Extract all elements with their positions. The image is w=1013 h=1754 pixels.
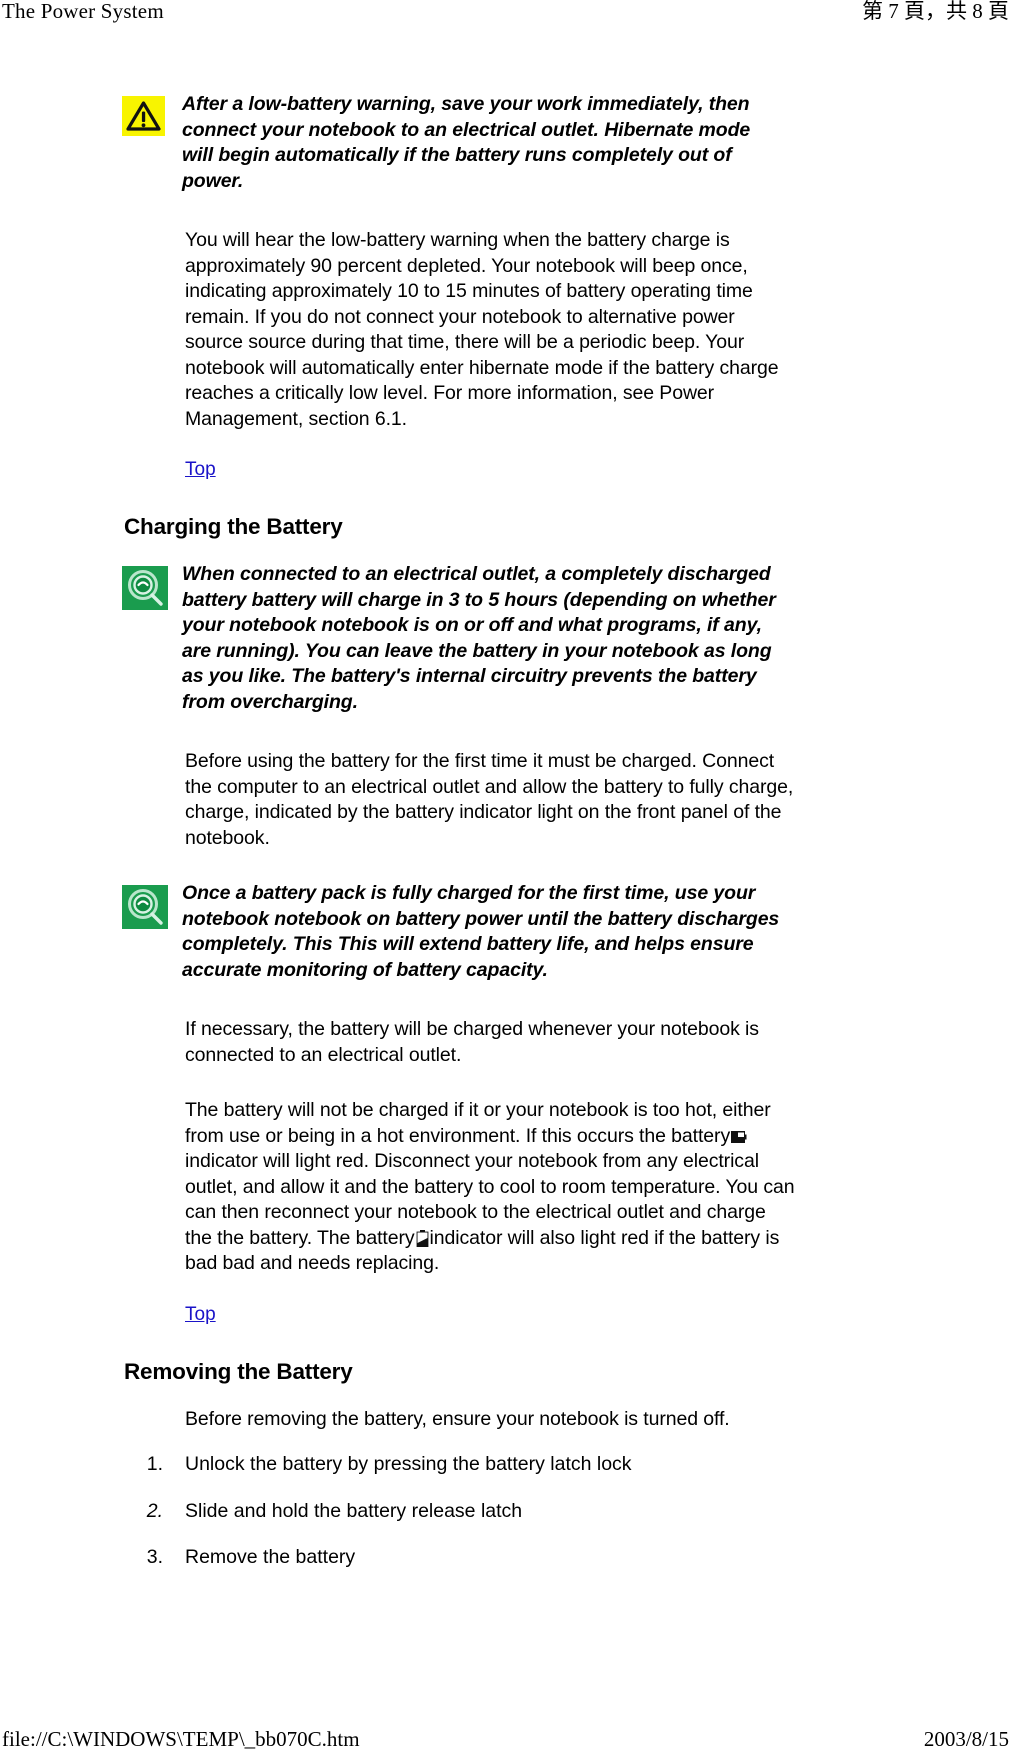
page-footer: file://C:\WINDOWS\TEMP\_bb070C.htm 2003/… [0,1727,1013,1751]
heading-charging-the-battery: Charging the Battery [124,514,343,539]
page-header: The Power System 第 7 頁，共 8 頁 [0,0,1013,34]
paragraph-too-hot-part1: The battery will not be charged if it or… [185,1099,771,1147]
paragraph-low-battery: You will hear the low-battery warning wh… [185,229,779,430]
step-number: 1. [146,1453,163,1475]
warning-triangle-icon [122,96,165,136]
step-number: 2. [146,1499,163,1522]
warning-note-block: After a low-battery warning, save your w… [0,92,1013,194]
note-block-charging: When connected to an electrical outlet, … [0,562,1013,715]
paragraph-before-removing: Before removing the battery, ensure your… [185,1407,730,1430]
removal-steps-list: 1. Unlock the battery by pressing the ba… [130,1452,1013,1571]
battery-indicator-horizontal-icon [731,1126,747,1143]
header-pagination: 第 7 頁，共 8 頁 [862,0,1009,23]
step-text: Slide and hold the battery release latch [185,1499,523,1522]
magnifier-note-icon [122,885,168,929]
footer-date: 2003/8/15 [923,1727,1009,1751]
note-text-charging: When connected to an electrical outlet, … [182,563,776,713]
warning-icon-cell [122,92,182,136]
warning-note-text: After a low-battery warning, save your w… [182,93,751,192]
step-text: Remove the battery [185,1546,356,1568]
note-icon-cell-charging [122,562,182,610]
footer-file-path: file://C:\WINDOWS\TEMP\_bb070C.htm [2,1727,360,1751]
list-item: 3. Remove the battery [130,1545,1013,1571]
paragraph-battery-too-hot: The battery will not be charged if it or… [185,1098,795,1277]
paragraph-if-necessary: If necessary, the battery will be charge… [185,1018,759,1066]
top-link[interactable]: Top [185,1303,216,1327]
step-number: 3. [146,1546,163,1568]
step-text: Unlock the battery by pressing the batte… [185,1453,632,1475]
battery-indicator-vertical-icon [416,1229,429,1247]
list-item: 2. Slide and hold the battery release la… [130,1499,1013,1525]
top-link-row-1: Top [185,458,1013,482]
magnifier-note-icon [122,566,168,610]
note-icon-cell-first-charge [122,881,182,929]
note-block-first-charge: Once a battery pack is fully charged for… [0,881,1013,983]
heading-removing-the-battery: Removing the Battery [124,1358,353,1384]
top-link-row-2: Top [185,1303,1013,1327]
list-item: 1. Unlock the battery by pressing the ba… [130,1452,1013,1478]
document-content: After a low-battery warning, save your w… [0,92,1013,1592]
paragraph-before-first-use: Before using the battery for the first t… [185,750,794,849]
note-text-first-charge: Once a battery pack is fully charged for… [182,882,780,981]
header-document-title: The Power System [2,0,164,23]
top-link[interactable]: Top [185,458,216,482]
